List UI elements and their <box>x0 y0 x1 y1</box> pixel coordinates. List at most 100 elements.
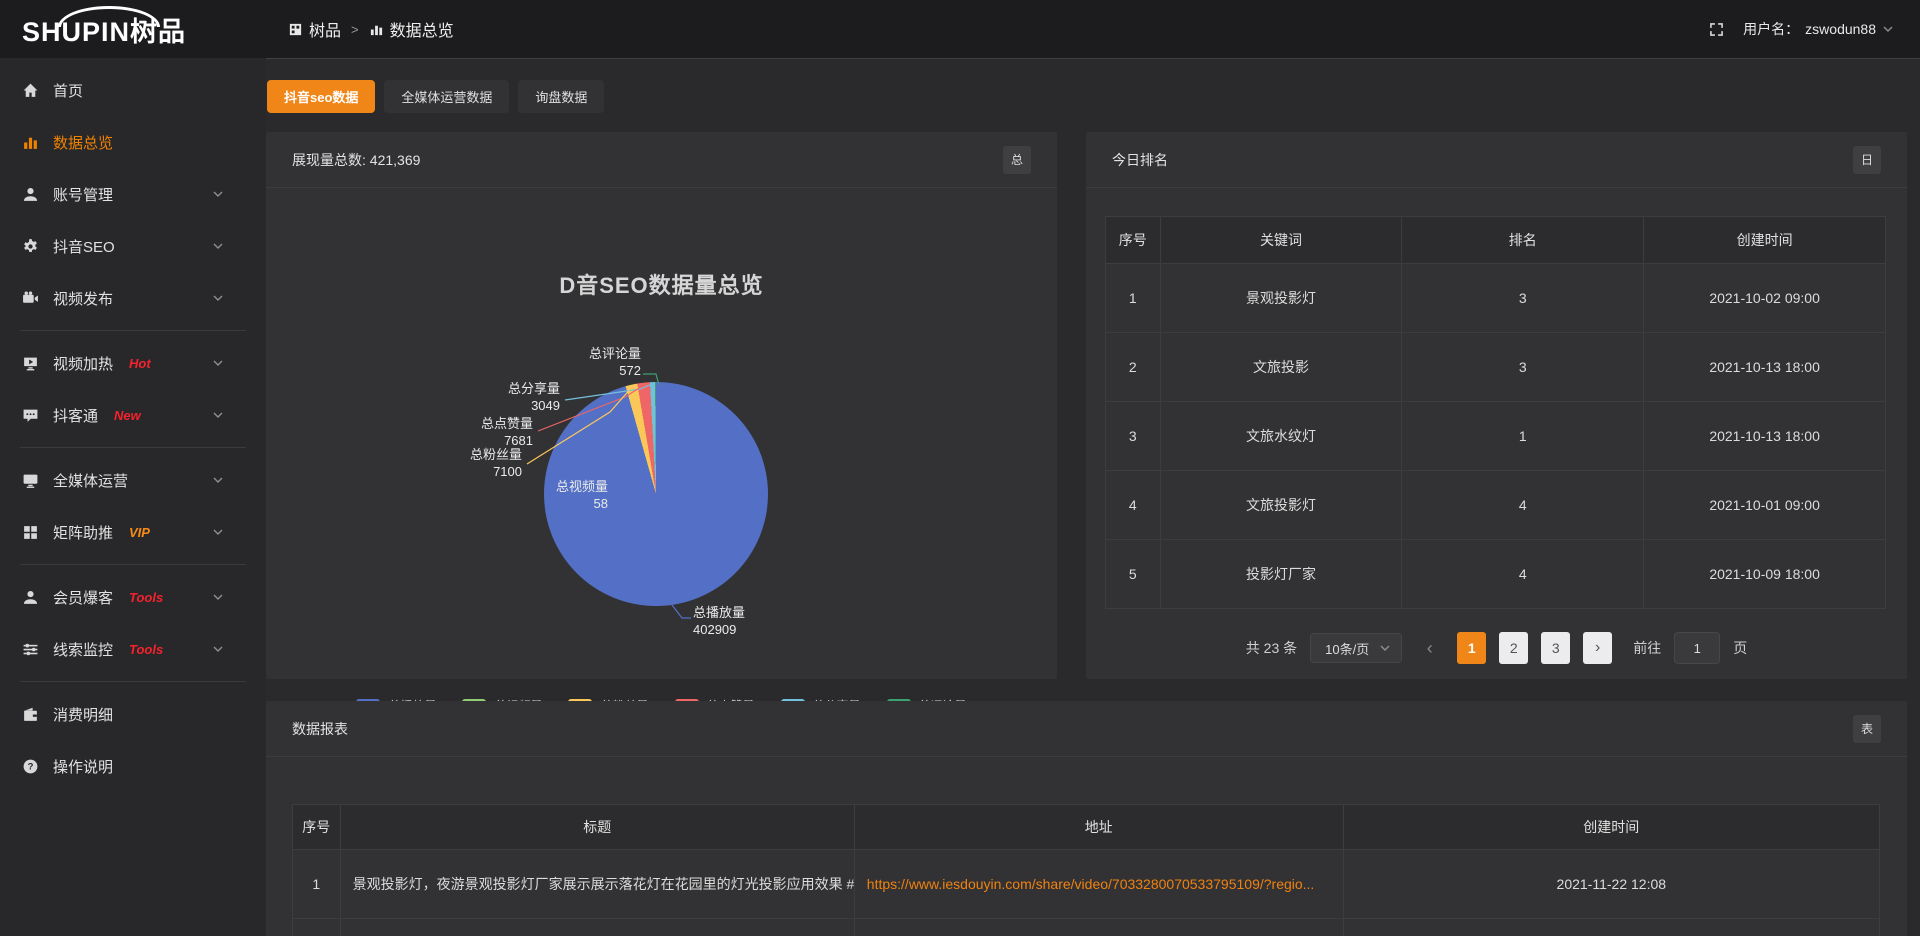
today-ranking-panel: 今日排名 日 序号 关键词 排名 创建时间 1景观投影灯32021-10-02 … <box>1086 132 1907 679</box>
home-icon <box>22 82 39 99</box>
tools-badge: Tools <box>129 590 163 605</box>
chart-title: D音SEO数据量总览 <box>266 268 1057 300</box>
sidebar-item-media-operation[interactable]: 全媒体运营 <box>0 454 266 506</box>
pie-label-videos: 总视频量58 <box>552 479 608 513</box>
table-row[interactable]: 4文旅投影灯42021-10-01 09:00 <box>1106 471 1886 540</box>
logo: SHUPIN树品 <box>0 10 288 49</box>
pagination: 共 23 条 10条/页 ‹ 1 2 3 › 前往 页 <box>1086 632 1907 664</box>
sidebar-item-matrix-boost[interactable]: 矩阵助推 VIP <box>0 506 266 558</box>
sidebar-item-video-heat[interactable]: 视频加热 Hot <box>0 337 266 389</box>
chevron-down-icon <box>212 474 224 486</box>
chevron-down-icon <box>212 357 224 369</box>
monitor-play-icon <box>22 355 39 372</box>
table-row[interactable]: 1 景观投影灯，夜游景观投影灯厂家展示展示落花灯在花园里的灯光投影应用效果 # … <box>293 850 1880 919</box>
sidebar-item-spend-detail[interactable]: 消费明细 <box>0 688 266 740</box>
sidebar-divider <box>20 447 246 448</box>
chevron-down-icon <box>212 188 224 200</box>
data-report-panel: 数据报表 表 序号 标题 地址 创建时间 1 景观投影灯，夜游景观投影灯厂家展示… <box>266 701 1907 936</box>
bar-chart-icon <box>22 134 39 151</box>
col-rank: 排名 <box>1402 217 1644 264</box>
sidebar-item-help[interactable]: ? 操作说明 <box>0 740 266 792</box>
app-window: SHUPIN树品 树品 > 数据总览 用户名： zswodun88 首页 <box>0 0 1920 936</box>
app-grid-icon <box>288 22 303 37</box>
goto-page-input[interactable] <box>1674 632 1720 664</box>
table-row[interactable]: 5投影灯厂家42021-10-09 18:00 <box>1106 540 1886 609</box>
col-url: 地址 <box>854 805 1343 850</box>
pagination-total: 共 23 条 <box>1246 638 1297 658</box>
video-camera-icon <box>22 290 39 307</box>
video-title: 景观投影灯，夜游景观投影灯厂家展示展示落花灯在花园里的灯光投影应用效果 # <box>340 850 854 919</box>
table-row[interactable]: 2文旅投影32021-10-13 18:00 <box>1106 333 1886 402</box>
page-size-select[interactable]: 10条/页 <box>1310 633 1402 663</box>
sidebar-item-video-publish[interactable]: 视频发布 <box>0 272 266 324</box>
pie-label-comments: 总评论量572 <box>575 346 641 380</box>
goto-label: 前往 <box>1633 638 1661 658</box>
tools-badge: Tools <box>129 642 163 657</box>
page-button-1[interactable]: 1 <box>1457 632 1486 664</box>
ranking-table: 序号 关键词 排名 创建时间 1景观投影灯32021-10-02 09:00 2… <box>1105 216 1886 609</box>
pie-label-likes: 总点赞量7681 <box>473 416 533 450</box>
wallet-icon <box>22 706 39 723</box>
col-title: 标题 <box>340 805 854 850</box>
total-impressions-value: 421,369 <box>370 152 421 168</box>
sidebar-divider <box>20 564 246 565</box>
prev-page-button[interactable]: ‹ <box>1415 632 1444 664</box>
svg-text:?: ? <box>28 761 34 772</box>
chevron-down-icon <box>212 292 224 304</box>
chevron-down-icon <box>1882 23 1894 35</box>
user-icon <box>22 186 39 203</box>
question-circle-icon: ? <box>22 758 39 775</box>
main-content: 抖音seo数据 全媒体运营数据 询盘数据 展现量总数: 421,369 总 D音… <box>266 58 1920 936</box>
sidebar: 首页 数据总览 账号管理 抖音SEO 视频发布 视频加热 Hot <box>0 58 266 936</box>
pie-label-plays: 总播放量402909 <box>693 605 783 639</box>
fullscreen-icon[interactable] <box>1708 21 1725 38</box>
video-link[interactable]: https://www.iesdouyin.com/share/video/70… <box>867 876 1315 892</box>
col-created: 创建时间 <box>1343 805 1879 850</box>
chevron-down-icon <box>212 240 224 252</box>
hot-badge: Hot <box>129 356 151 371</box>
page-button-2[interactable]: 2 <box>1499 632 1528 664</box>
tab-media-operation-data[interactable]: 全媒体运营数据 <box>384 80 509 113</box>
sidebar-divider <box>20 330 246 331</box>
page-button-3[interactable]: 3 <box>1541 632 1570 664</box>
col-index: 序号 <box>1106 217 1161 264</box>
sliders-icon <box>22 641 39 658</box>
tab-inquiry-data[interactable]: 询盘数据 <box>518 80 604 113</box>
sidebar-item-doukutong[interactable]: 抖客通 New <box>0 389 266 441</box>
sidebar-item-douyin-seo[interactable]: 抖音SEO <box>0 220 266 272</box>
col-index: 序号 <box>293 805 341 850</box>
sidebar-item-lead-monitor[interactable]: 线索监控 Tools <box>0 623 266 675</box>
username-label: 用户名： <box>1743 19 1799 39</box>
monitor-icon <box>22 472 39 489</box>
table-row[interactable]: 3文旅水纹灯12021-10-13 18:00 <box>1106 402 1886 471</box>
report-header-row: 序号 标题 地址 创建时间 <box>293 805 1880 850</box>
tab-douyin-seo-data[interactable]: 抖音seo数据 <box>267 80 375 113</box>
day-view-button[interactable]: 日 <box>1853 146 1881 174</box>
breadcrumb-current[interactable]: 数据总览 <box>369 17 454 41</box>
table-row-partial <box>293 919 1880 936</box>
col-keyword: 关键词 <box>1160 217 1402 264</box>
sidebar-item-data-overview[interactable]: 数据总览 <box>0 116 266 168</box>
ranking-header-row: 序号 关键词 排名 创建时间 <box>1106 217 1886 264</box>
table-view-button[interactable]: 表 <box>1853 715 1881 743</box>
breadcrumb-separator: > <box>351 22 359 37</box>
total-view-button[interactable]: 总 <box>1003 146 1031 174</box>
chevron-down-icon <box>212 591 224 603</box>
breadcrumb-root[interactable]: 树品 <box>288 17 341 41</box>
sidebar-item-account[interactable]: 账号管理 <box>0 168 266 220</box>
gear-icon <box>22 238 39 255</box>
sidebar-item-member-tools[interactable]: 会员爆客 Tools <box>0 571 266 623</box>
new-badge: New <box>114 408 141 423</box>
data-tabs: 抖音seo数据 全媒体运营数据 询盘数据 <box>267 80 604 113</box>
user-menu[interactable]: 用户名： zswodun88 <box>1743 19 1894 39</box>
seo-chart-panel: 展现量总数: 421,369 总 D音SEO数据量总览 总评论量572 总分享量… <box>266 132 1057 679</box>
username: zswodun88 <box>1805 21 1876 37</box>
table-row[interactable]: 1景观投影灯32021-10-02 09:00 <box>1106 264 1886 333</box>
next-page-button[interactable]: › <box>1583 632 1612 664</box>
user-icon <box>22 589 39 606</box>
sidebar-item-home[interactable]: 首页 <box>0 64 266 116</box>
bar-chart-icon <box>369 22 384 37</box>
ranking-panel-title: 今日排名 <box>1112 150 1168 170</box>
top-header: SHUPIN树品 树品 > 数据总览 用户名： zswodun88 <box>0 0 1920 58</box>
breadcrumb: 树品 > 数据总览 <box>288 17 454 41</box>
